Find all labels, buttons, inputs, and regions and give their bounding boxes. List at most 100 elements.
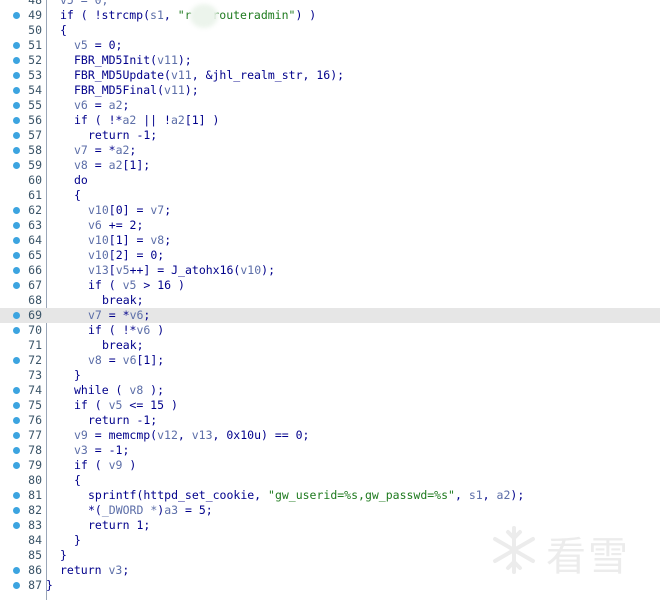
code-line[interactable]: 61 { [0,188,660,203]
code-token: return [60,563,109,577]
code-line[interactable]: 57 return -1; [0,128,660,143]
breakpoint-dot-icon[interactable] [13,417,20,424]
code-text: } [60,548,67,563]
breakpoint-dot-icon[interactable] [13,492,20,499]
code-line[interactable]: 77 v9 = memcmp(v12, v13, 0x10u) == 0; [0,428,660,443]
code-text: } [74,368,81,383]
code-line[interactable]: 58 v7 = *a2; [0,143,660,158]
variable-token: a2 [122,113,137,127]
code-line[interactable]: 56 if ( !*a2 || !a2[1] ) [0,113,660,128]
code-text: v13[v5++] = J_atohx16(v10); [88,263,275,278]
code-text: FBR_MD5Init(v11); [74,53,192,68]
code-line[interactable]: 79 if ( v9 ) [0,458,660,473]
breakpoint-dot-icon[interactable] [13,282,20,289]
code-token: <= 15 ) [122,398,178,412]
code-line[interactable]: 81 sprintf(httpd_set_cookie, "gw_userid=%… [0,488,660,503]
breakpoint-dot-icon[interactable] [13,522,20,529]
breakpoint-dot-icon[interactable] [13,582,20,589]
code-line[interactable]: 69 v7 = *v6; [0,308,660,323]
line-number: 73 [28,368,42,382]
code-token: return -1; [88,128,158,142]
code-text: v10[2] = 0; [88,248,164,263]
breakpoint-dot-icon[interactable] [13,252,20,259]
breakpoint-dot-icon[interactable] [13,147,20,154]
breakpoint-dot-icon[interactable] [13,207,20,214]
code-line[interactable]: 66 v13[v5++] = J_atohx16(v10); [0,263,660,278]
code-line[interactable]: 75 if ( v5 <= 15 ) [0,398,660,413]
code-line[interactable]: 70 if ( !*v6 ) [0,323,660,338]
breakpoint-dot-icon[interactable] [13,72,20,79]
code-token: ; [164,233,172,247]
code-line[interactable]: 60 do [0,173,660,188]
line-number: 62 [28,203,42,217]
breakpoint-dot-icon[interactable] [13,162,20,169]
code-line[interactable]: 74 while ( v8 ); [0,383,660,398]
code-line[interactable]: 49 if ( !strcmp(s1, "r routeradmin") ) [0,8,660,23]
code-line[interactable]: 48 v5 = 0; [0,0,660,8]
code-line[interactable]: 62 v10[0] = v7; [0,203,660,218]
code-line[interactable]: 73} [0,368,660,383]
variable-token: v10 [88,203,109,217]
breakpoint-dot-icon[interactable] [13,387,20,394]
code-token: [1]; [136,353,165,367]
code-token: while ( [74,383,130,397]
code-line[interactable]: 63 v6 += 2; [0,218,660,233]
code-line[interactable]: 53 FBR_MD5Update(v11, &jhl_realm_str, 16)… [0,68,660,83]
variable-token: a2 [115,143,130,157]
breakpoint-dot-icon[interactable] [13,12,20,19]
breakpoint-dot-icon[interactable] [13,432,20,439]
breakpoint-dot-icon[interactable] [13,132,20,139]
code-line[interactable]: 55 v6 = a2; [0,98,660,113]
breakpoint-dot-icon[interactable] [13,57,20,64]
code-line[interactable]: 59 v8 = a2[1]; [0,158,660,173]
code-text: if ( v5 > 16 ) [88,278,185,293]
breakpoint-dot-icon[interactable] [13,237,20,244]
breakpoint-dot-icon[interactable] [13,507,20,514]
line-number: 59 [28,158,42,172]
code-line[interactable]: 71 break; [0,338,660,353]
variable-token: v6 [136,323,151,337]
breakpoint-dot-icon[interactable] [13,312,20,319]
code-line[interactable]: 54 FBR_MD5Final(v11); [0,83,660,98]
breakpoint-dot-icon[interactable] [13,402,20,409]
code-line[interactable]: 64 v10[1] = v8; [0,233,660,248]
line-number: 68 [28,293,42,307]
code-line[interactable]: 52 FBR_MD5Init(v11); [0,53,660,68]
code-line[interactable]: 65 v10[2] = 0; [0,248,660,263]
breakpoint-dot-icon[interactable] [13,357,20,364]
breakpoint-dot-icon[interactable] [13,87,20,94]
code-token: = * [87,143,116,157]
breakpoint-dot-icon[interactable] [13,42,20,49]
variable-token: a2 [108,98,123,112]
code-line[interactable]: 80 { [0,473,660,488]
code-line[interactable]: 78 v3 = -1; [0,443,660,458]
line-number: 75 [28,398,42,412]
code-line[interactable]: 72 v8 = v6[1]; [0,353,660,368]
code-text: { [60,23,67,38]
code-token: += 2; [101,218,144,232]
line-number: 70 [28,323,42,337]
variable-token: a2 [170,113,185,127]
breakpoint-dot-icon[interactable] [13,267,20,274]
code-line[interactable]: 50 { [0,23,660,38]
variable-token: v5 [74,38,88,52]
code-token: ; [143,308,151,322]
line-number: 82 [28,503,42,517]
breakpoint-dot-icon[interactable] [13,462,20,469]
pseudocode-view[interactable]: 48 v5 = 0; 49 if ( !strcmp(s1, "r routeradm… [0,0,660,600]
code-line[interactable]: 68 break; [0,293,660,308]
breakpoint-dot-icon[interactable] [13,102,20,109]
code-line[interactable]: 76 return -1; [0,413,660,428]
code-token: sprintf(httpd_set_cookie, [88,488,269,502]
breakpoint-dot-icon[interactable] [13,327,20,334]
code-token: if ( !strcmp( [60,8,151,22]
breakpoint-dot-icon[interactable] [13,117,20,124]
line-number: 69 [28,308,42,322]
code-line[interactable]: 51 v5 = 0; [0,38,660,53]
code-line[interactable]: 67 if ( v5 > 16 ) [0,278,660,293]
breakpoint-dot-icon[interactable] [13,222,20,229]
breakpoint-dot-icon[interactable] [13,447,20,454]
code-line[interactable]: 82 *(_DWORD *)a3 = 5; [0,503,660,518]
breakpoint-dot-icon[interactable] [13,567,20,574]
variable-token: v7 [88,308,102,322]
